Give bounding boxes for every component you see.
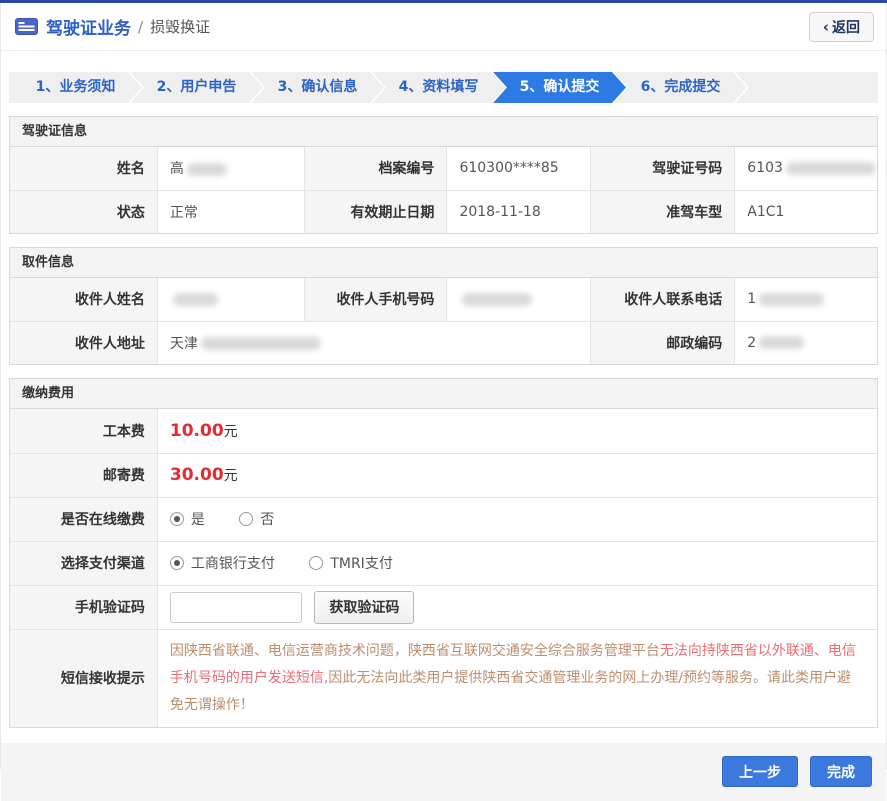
app-title: 驾驶证业务 <box>46 19 131 39</box>
redacted-blur <box>186 162 227 176</box>
expiry-date-value: 2018-11-18 <box>446 189 592 234</box>
step-1-business-notice[interactable]: 1、业务须知 <box>9 72 142 103</box>
work-fee-amount: 10.00 <box>169 420 224 441</box>
table-row: 姓名 高 档案编号 610300****85 驾驶证号码 6103 <box>9 146 878 191</box>
sms-code-input[interactable] <box>169 591 302 623</box>
table-row: 邮寄费 30.00元 <box>9 452 878 498</box>
recipient-mobile-label: 收件人手机号码 <box>304 277 448 322</box>
online-pay-label: 是否在线缴费 <box>9 496 158 542</box>
footer-bar: 上一步 完成 <box>1 742 886 801</box>
step-wizard: 1、业务须知 2、用户申告 3、确认信息 4、资料填写 5、确认提交 6、完成提… <box>9 72 878 103</box>
license-number-label: 驾驶证号码 <box>590 146 736 191</box>
table-row: 收件人姓名 收件人手机号码 收件人联系电话 1 <box>9 277 878 322</box>
recipient-address-label: 收件人地址 <box>9 320 158 365</box>
redacted-blur <box>785 161 876 175</box>
radio-unselected-icon <box>239 511 254 526</box>
radio-online-no[interactable]: 否 <box>239 509 274 529</box>
step-2-user-declaration[interactable]: 2、用户申告 <box>130 72 263 103</box>
postal-code-value: 2 <box>734 320 878 365</box>
file-number-label: 档案编号 <box>304 146 448 191</box>
back-label: 返回 <box>832 20 860 36</box>
status-value: 正常 <box>156 189 306 234</box>
page-title: 损毁换证 <box>150 18 211 36</box>
table-row: 选择支付渠道 工商银行支付 TMRI支付 <box>9 540 878 586</box>
status-label: 状态 <box>9 189 158 234</box>
step-4-fill-data[interactable]: 4、资料填写 <box>372 72 505 103</box>
name-label: 姓名 <box>9 146 158 191</box>
notice-segment: 因陕西省联通、电信运营商技术问题，陕西省互联网交通安全综合服务管理平台 <box>169 642 660 659</box>
recipient-mobile-value <box>446 277 592 322</box>
section-license-info: 驾驶证信息 姓名 高 档案编号 610300****85 驾驶证号码 6103 … <box>9 116 878 234</box>
sms-code-cell: 获取验证码 <box>156 584 878 630</box>
table-row: 手机验证码 获取验证码 <box>9 584 878 630</box>
finish-button[interactable]: 完成 <box>810 756 872 787</box>
header: 驾驶证业务 / 损毁换证 ‹ 返回 <box>1 3 886 51</box>
postage-fee-unit: 元 <box>223 468 238 484</box>
license-card-icon <box>15 18 38 35</box>
radio-tmri-pay[interactable]: TMRI支付 <box>309 553 393 573</box>
breadcrumb-separator: / <box>138 17 144 36</box>
postage-fee-label: 邮寄费 <box>9 452 158 498</box>
postage-fee-amount: 30.00 <box>169 465 224 485</box>
step-6-complete-submit[interactable]: 6、完成提交 <box>614 72 747 103</box>
file-number-value: 610300****85 <box>446 146 592 191</box>
step-3-confirm-info[interactable]: 3、确认信息 <box>251 72 384 103</box>
step-5-confirm-submit[interactable]: 5、确认提交 <box>493 72 626 103</box>
page: 驾驶证业务 / 损毁换证 ‹ 返回 1、业务须知 2、用户申告 3、确认信息 4… <box>0 3 887 801</box>
redacted-blur <box>759 336 805 350</box>
online-pay-options: 是 否 <box>156 496 878 542</box>
table-row: 是否在线缴费 是 否 <box>9 496 878 542</box>
back-button[interactable]: ‹ 返回 <box>808 12 874 42</box>
table-row: 状态 正常 有效期止日期 2018-11-18 准驾车型 A1C1 <box>9 189 878 234</box>
sms-code-label: 手机验证码 <box>9 584 158 630</box>
postal-code-label: 邮政编码 <box>590 320 736 365</box>
radio-icbc-pay[interactable]: 工商银行支付 <box>169 553 275 573</box>
section-license-title: 驾驶证信息 <box>10 117 877 147</box>
table-row: 短信接收提示 因陕西省联通、电信运营商技术问题，陕西省互联网交通安全综合服务管理… <box>9 628 878 727</box>
redacted-blur <box>172 292 218 306</box>
vehicle-class-value: A1C1 <box>734 189 878 234</box>
license-number-value: 6103 <box>734 146 878 191</box>
work-fee-unit: 元 <box>223 423 238 440</box>
section-pickup-title: 取件信息 <box>10 248 877 278</box>
pickup-table: 收件人姓名 收件人手机号码 收件人联系电话 1 收件人地址 天津 邮政编码 2 <box>9 277 878 365</box>
redacted-blur <box>462 292 533 306</box>
get-code-button[interactable]: 获取验证码 <box>314 590 415 624</box>
recipient-name-value <box>156 277 306 322</box>
work-fee-label: 工本费 <box>9 408 158 454</box>
table-row: 收件人地址 天津 邮政编码 2 <box>9 320 878 365</box>
section-payment: 缴纳费用 工本费 10.00元 邮寄费 30.00元 是否在线缴费 是 否 选择… <box>9 378 878 728</box>
wizard-filler <box>735 72 878 103</box>
pay-channel-label: 选择支付渠道 <box>9 540 158 586</box>
radio-unselected-icon <box>309 555 324 570</box>
license-table: 姓名 高 档案编号 610300****85 驾驶证号码 6103 状态 正常 … <box>9 146 878 234</box>
postage-fee-value: 30.00元 <box>156 452 878 498</box>
radio-selected-icon <box>169 511 184 526</box>
redacted-blur <box>200 337 321 351</box>
recipient-address-value: 天津 <box>156 320 592 365</box>
previous-step-button[interactable]: 上一步 <box>722 756 798 787</box>
sms-notice-label: 短信接收提示 <box>9 628 158 727</box>
recipient-name-label: 收件人姓名 <box>9 277 158 322</box>
radio-selected-icon <box>169 555 184 570</box>
recipient-phone-label: 收件人联系电话 <box>590 277 736 322</box>
table-row: 工本费 10.00元 <box>9 408 878 454</box>
work-fee-value: 10.00元 <box>156 408 878 454</box>
radio-online-yes[interactable]: 是 <box>169 509 205 529</box>
pay-channel-options: 工商银行支付 TMRI支付 <box>156 540 878 586</box>
back-chevron-icon: ‹ <box>822 18 829 36</box>
vehicle-class-label: 准驾车型 <box>590 189 736 234</box>
section-pickup-info: 取件信息 收件人姓名 收件人手机号码 收件人联系电话 1 收件人地址 天津 邮政… <box>9 247 878 365</box>
redacted-blur <box>759 292 825 306</box>
sms-notice-text: 因陕西省联通、电信运营商技术问题，陕西省互联网交通安全综合服务管理平台无法向持陕… <box>156 628 878 727</box>
expiry-date-label: 有效期止日期 <box>304 189 448 234</box>
recipient-phone-value: 1 <box>734 277 878 322</box>
payment-table: 工本费 10.00元 邮寄费 30.00元 是否在线缴费 是 否 选择支付渠道 <box>9 408 878 727</box>
name-value: 高 <box>156 146 306 191</box>
section-payment-title: 缴纳费用 <box>10 379 877 409</box>
